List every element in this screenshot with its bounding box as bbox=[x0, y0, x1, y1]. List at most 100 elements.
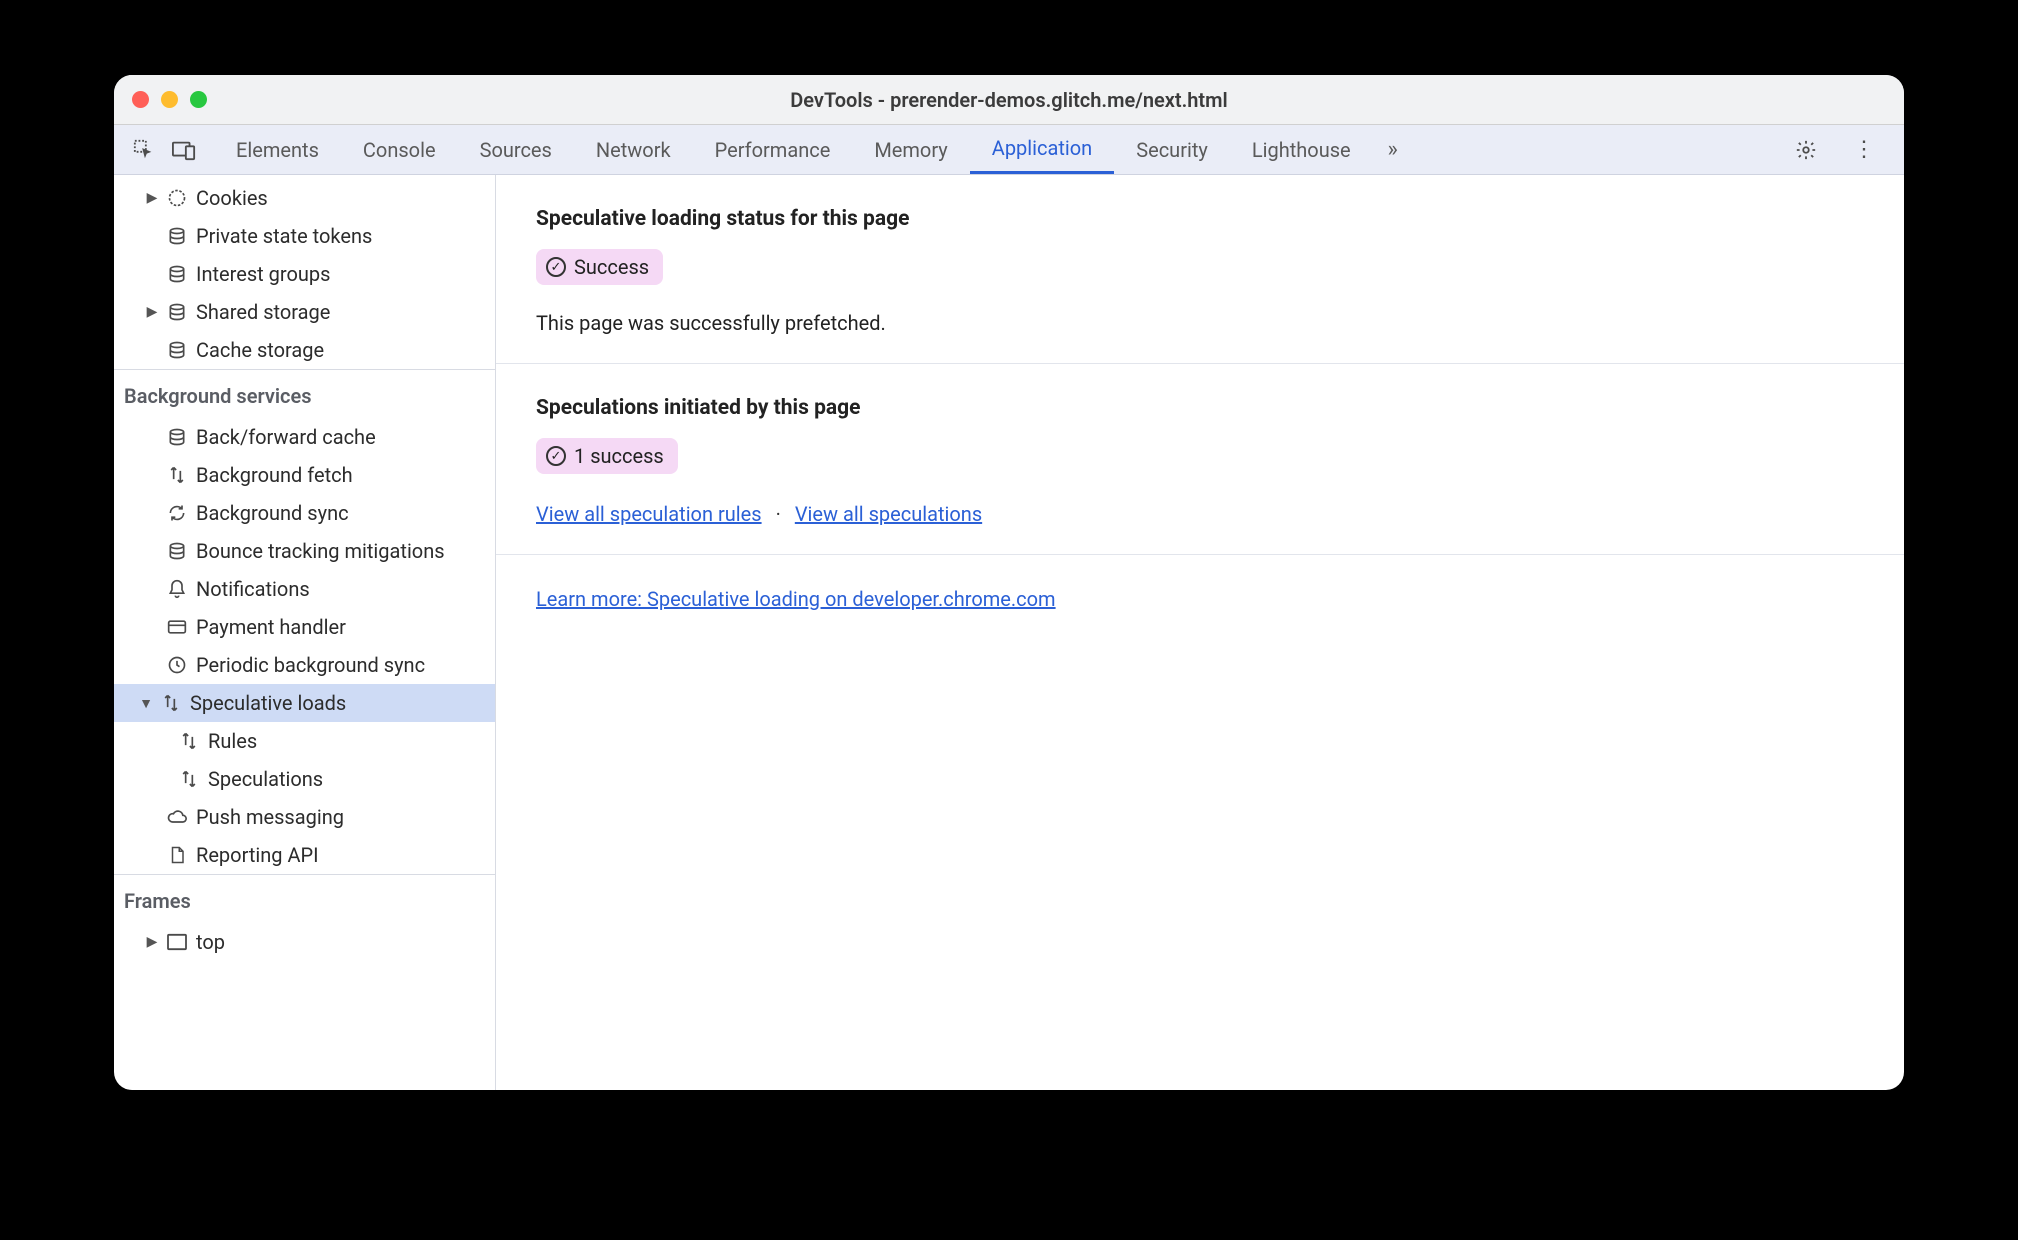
sidebar-item-back-forward-cache[interactable]: Back/forward cache bbox=[114, 418, 495, 456]
sidebar-item-periodic-sync[interactable]: Periodic background sync bbox=[114, 646, 495, 684]
settings-icon[interactable] bbox=[1786, 130, 1826, 170]
database-icon bbox=[166, 301, 188, 323]
database-icon bbox=[166, 339, 188, 361]
learn-more-link[interactable]: Learn more: Speculative loading on devel… bbox=[536, 587, 1056, 611]
sidebar-item-label: Background sync bbox=[196, 501, 349, 525]
sidebar-item-speculative-loads[interactable]: ▼ Speculative loads bbox=[114, 684, 495, 722]
window-title: DevTools - prerender-demos.glitch.me/nex… bbox=[114, 88, 1904, 112]
sidebar-item-label: Speculations bbox=[208, 767, 323, 791]
sidebar-item-label: Periodic background sync bbox=[196, 653, 425, 677]
sidebar-item-speculations[interactable]: Speculations bbox=[114, 760, 495, 798]
caret-right-icon: ▶ bbox=[146, 190, 158, 206]
separator-dot: · bbox=[776, 502, 781, 526]
bell-icon bbox=[166, 578, 188, 600]
tab-lighthouse[interactable]: Lighthouse bbox=[1230, 125, 1373, 174]
speculation-links: View all speculation rules · View all sp… bbox=[536, 502, 1864, 526]
tab-memory[interactable]: Memory bbox=[852, 125, 969, 174]
maximize-window-button[interactable] bbox=[190, 91, 207, 108]
tab-console[interactable]: Console bbox=[341, 125, 458, 174]
devtools-window: DevTools - prerender-demos.glitch.me/nex… bbox=[114, 75, 1904, 1090]
sidebar-item-private-state-tokens[interactable]: Private state tokens bbox=[114, 217, 495, 255]
toolbar-right: ⋮ bbox=[1786, 130, 1894, 170]
sidebar-item-push-messaging[interactable]: Push messaging bbox=[114, 798, 495, 836]
caret-right-icon: ▶ bbox=[146, 304, 158, 320]
status-badge-label: Success bbox=[574, 255, 649, 279]
sidebar-item-label: Private state tokens bbox=[196, 224, 372, 248]
learn-more-section: Learn more: Speculative loading on devel… bbox=[496, 555, 1904, 639]
sidebar-item-cookies[interactable]: ▶ Cookies bbox=[114, 179, 495, 217]
close-window-button[interactable] bbox=[132, 91, 149, 108]
cookie-icon bbox=[166, 187, 188, 209]
arrows-icon bbox=[178, 768, 200, 790]
panel-body: ▶ Cookies Private state tokens Interest … bbox=[114, 175, 1904, 1090]
more-tabs-icon[interactable]: » bbox=[1373, 130, 1413, 170]
sidebar-item-rules[interactable]: Rules bbox=[114, 722, 495, 760]
section-heading: Speculative loading status for this page bbox=[536, 207, 1864, 231]
arrows-icon bbox=[178, 730, 200, 752]
tab-application[interactable]: Application bbox=[970, 125, 1114, 174]
inspect-element-icon[interactable] bbox=[124, 130, 164, 170]
sidebar-item-label: Bounce tracking mitigations bbox=[196, 539, 445, 563]
sidebar-item-background-sync[interactable]: Background sync bbox=[114, 494, 495, 532]
sidebar-item-label: Back/forward cache bbox=[196, 425, 376, 449]
sidebar-item-bounce-tracking[interactable]: Bounce tracking mitigations bbox=[114, 532, 495, 570]
traffic-lights bbox=[132, 91, 207, 108]
sidebar-item-label: Interest groups bbox=[196, 262, 330, 286]
status-badge-count: ✓ 1 success bbox=[536, 438, 678, 474]
main-toolbar: Elements Console Sources Network Perform… bbox=[114, 125, 1904, 175]
sidebar-item-reporting-api[interactable]: Reporting API bbox=[114, 836, 495, 874]
sidebar-item-label: Payment handler bbox=[196, 615, 346, 639]
sidebar-item-frame-top[interactable]: ▶ top bbox=[114, 923, 495, 961]
check-circle-icon: ✓ bbox=[546, 257, 566, 277]
application-sidebar: ▶ Cookies Private state tokens Interest … bbox=[114, 175, 496, 1090]
tab-network[interactable]: Network bbox=[574, 125, 693, 174]
sidebar-item-label: Cookies bbox=[196, 186, 268, 210]
tab-elements[interactable]: Elements bbox=[214, 125, 341, 174]
sidebar-item-label: Reporting API bbox=[196, 843, 319, 867]
sidebar-item-label: top bbox=[196, 930, 225, 954]
tab-sources[interactable]: Sources bbox=[458, 125, 574, 174]
more-options-icon[interactable]: ⋮ bbox=[1844, 130, 1884, 170]
minimize-window-button[interactable] bbox=[161, 91, 178, 108]
cloud-icon bbox=[166, 806, 188, 828]
sidebar-item-label: Background fetch bbox=[196, 463, 353, 487]
database-icon bbox=[166, 263, 188, 285]
check-circle-icon: ✓ bbox=[546, 446, 566, 466]
caret-down-icon: ▼ bbox=[140, 695, 152, 712]
view-speculations-link[interactable]: View all speculations bbox=[795, 502, 982, 526]
tab-performance[interactable]: Performance bbox=[693, 125, 853, 174]
sidebar-item-payment-handler[interactable]: Payment handler bbox=[114, 608, 495, 646]
arrows-icon bbox=[166, 464, 188, 486]
frame-icon bbox=[166, 931, 188, 953]
speculations-section: Speculations initiated by this page ✓ 1 … bbox=[496, 364, 1904, 555]
sidebar-item-label: Rules bbox=[208, 729, 257, 753]
application-panel: Speculative loading status for this page… bbox=[496, 175, 1904, 1090]
status-badge-label: 1 success bbox=[574, 444, 664, 468]
credit-card-icon bbox=[166, 616, 188, 638]
sidebar-item-background-fetch[interactable]: Background fetch bbox=[114, 456, 495, 494]
arrows-icon bbox=[160, 692, 182, 714]
sync-icon bbox=[166, 502, 188, 524]
sidebar-item-label: Speculative loads bbox=[190, 691, 346, 715]
sidebar-section-frames: Frames bbox=[114, 874, 495, 923]
clock-icon bbox=[166, 654, 188, 676]
tab-security[interactable]: Security bbox=[1114, 125, 1230, 174]
caret-right-icon: ▶ bbox=[146, 934, 158, 950]
sidebar-item-label: Notifications bbox=[196, 577, 310, 601]
sidebar-item-label: Push messaging bbox=[196, 805, 344, 829]
titlebar: DevTools - prerender-demos.glitch.me/nex… bbox=[114, 75, 1904, 125]
sidebar-item-cache-storage[interactable]: Cache storage bbox=[114, 331, 495, 369]
database-icon bbox=[166, 426, 188, 448]
view-rules-link[interactable]: View all speculation rules bbox=[536, 502, 762, 526]
sidebar-item-notifications[interactable]: Notifications bbox=[114, 570, 495, 608]
section-heading: Speculations initiated by this page bbox=[536, 396, 1864, 420]
device-toolbar-icon[interactable] bbox=[164, 130, 204, 170]
sidebar-section-background-services: Background services bbox=[114, 369, 495, 418]
status-description: This page was successfully prefetched. bbox=[536, 311, 1864, 335]
sidebar-item-shared-storage[interactable]: ▶ Shared storage bbox=[114, 293, 495, 331]
sidebar-item-interest-groups[interactable]: Interest groups bbox=[114, 255, 495, 293]
sidebar-item-label: Cache storage bbox=[196, 338, 324, 362]
sidebar-item-label: Shared storage bbox=[196, 300, 330, 324]
database-icon bbox=[166, 225, 188, 247]
panel-tabs: Elements Console Sources Network Perform… bbox=[214, 125, 1413, 174]
